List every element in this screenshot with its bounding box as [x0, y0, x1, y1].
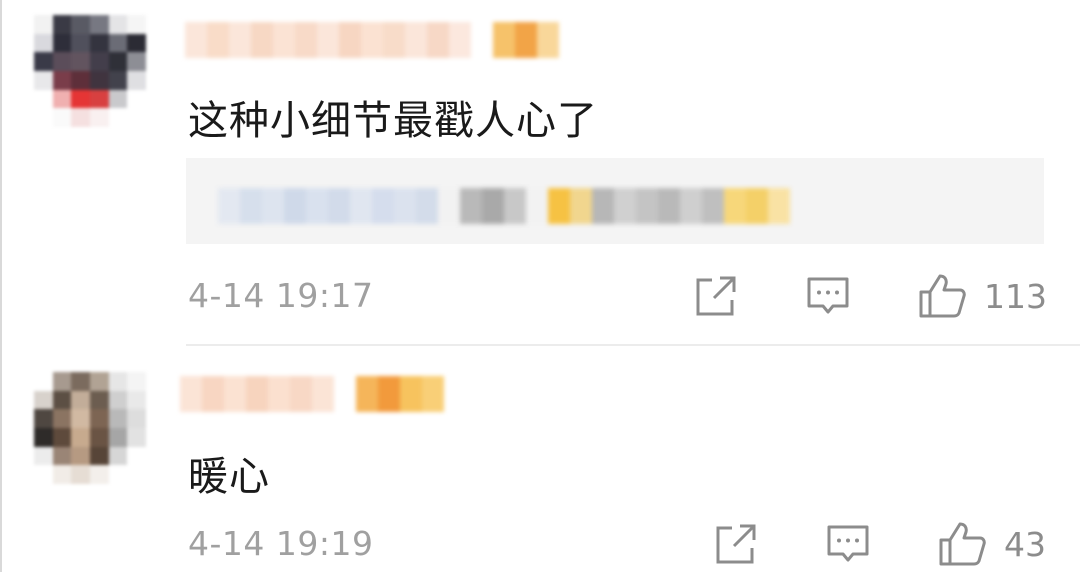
comment-text: 暖心	[188, 454, 270, 500]
reply-button[interactable]	[826, 522, 870, 566]
reply-preview-box[interactable]	[186, 158, 1044, 244]
username-blurred[interactable]	[180, 376, 444, 412]
comment-text: 这种小细节最戳人心了	[188, 98, 598, 144]
comment-list-screen: 这种小细节最戳人心了 4-14 19:17 113 暖心 4-14 19:19 …	[0, 0, 1080, 572]
share-icon	[716, 524, 756, 564]
username-blurred[interactable]	[185, 22, 559, 58]
comment-icon	[827, 525, 869, 562]
share-button[interactable]	[694, 274, 738, 318]
comment-item: 这种小细节最戳人心了 4-14 19:17 113	[0, 0, 1080, 346]
comment-item: 暖心 4-14 19:19 43	[0, 346, 1080, 572]
reply-preview-blurred	[218, 188, 790, 224]
share-icon	[696, 276, 736, 316]
like-count: 113	[984, 276, 1047, 316]
reply-button[interactable]	[806, 274, 850, 318]
comment-meta-row: 4-14 19:19 43	[0, 518, 1080, 568]
like-button[interactable]: 43	[938, 522, 1046, 566]
timestamp: 4-14 19:17	[188, 276, 374, 315]
comment-meta-row: 4-14 19:17 113	[0, 270, 1080, 320]
like-button[interactable]: 113	[918, 274, 1047, 318]
thumbs-up-icon	[939, 522, 986, 566]
thumbs-up-icon	[919, 274, 966, 318]
avatar[interactable]	[34, 372, 146, 484]
share-button[interactable]	[714, 522, 758, 566]
avatar[interactable]	[34, 15, 146, 127]
timestamp: 4-14 19:19	[188, 524, 374, 563]
like-count: 43	[1004, 524, 1046, 564]
comment-icon	[807, 277, 849, 314]
